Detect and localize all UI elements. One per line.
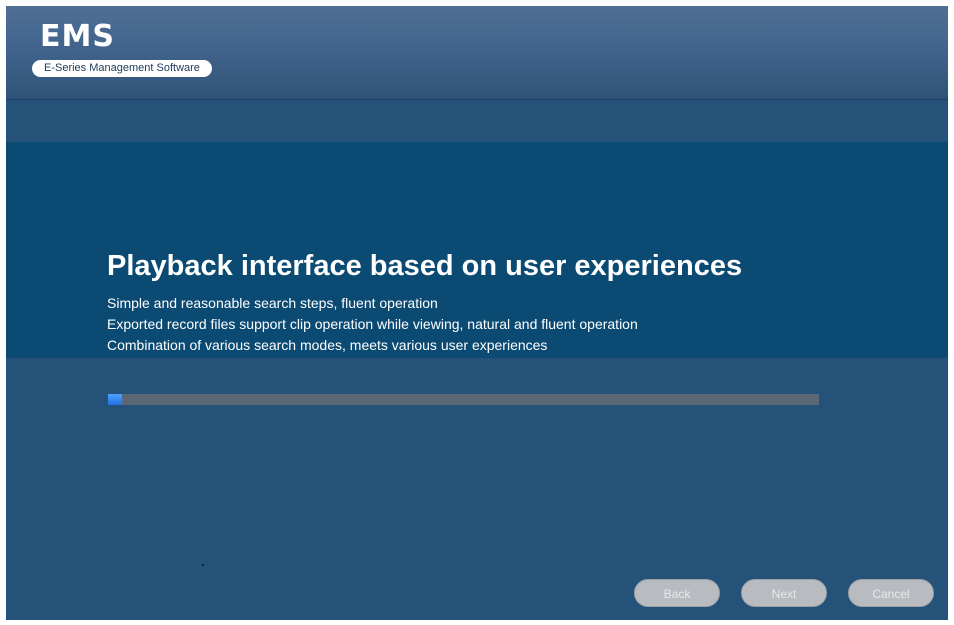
feature-title: Playback interface based on user experie… <box>107 250 743 282</box>
header: EMS E-Series Management Software <box>6 6 948 100</box>
install-progress-bar <box>108 394 819 405</box>
feature-banner: Playback interface based on user experie… <box>6 142 948 358</box>
logo-title: EMS <box>40 19 115 54</box>
feature-list: Simple and reasonable search steps, flue… <box>107 293 638 356</box>
cancel-button[interactable]: Cancel <box>848 579 934 607</box>
back-button[interactable]: Back <box>634 579 720 607</box>
stray-dot <box>202 564 204 566</box>
feature-list-item: Simple and reasonable search steps, flue… <box>107 295 438 311</box>
next-button[interactable]: Next <box>741 579 827 607</box>
feature-list-item: Combination of various search modes, mee… <box>107 337 548 353</box>
logo-subtitle-badge: E-Series Management Software <box>32 60 212 77</box>
installer-window: EMS E-Series Management Software Playbac… <box>6 6 948 620</box>
feature-list-item: Exported record files support clip opera… <box>107 316 638 332</box>
install-progress-fill <box>108 394 123 405</box>
